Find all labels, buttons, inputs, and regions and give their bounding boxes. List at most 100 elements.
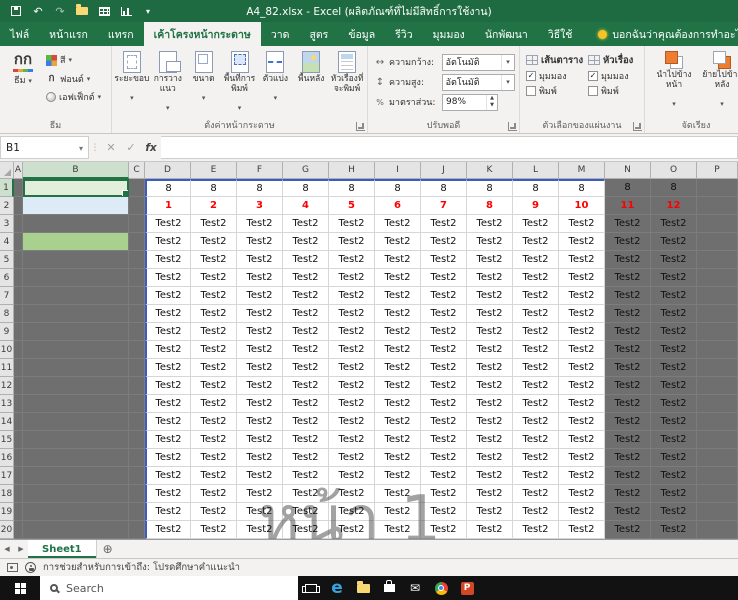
cell-D19[interactable]: Test2 (145, 503, 191, 521)
cell-P4[interactable] (697, 233, 738, 251)
cell-I5[interactable]: Test2 (375, 251, 421, 269)
column-header-H[interactable]: H (329, 162, 375, 179)
cell-E16[interactable]: Test2 (191, 449, 237, 467)
cell-H13[interactable]: Test2 (329, 395, 375, 413)
cell-G14[interactable]: Test2 (283, 413, 329, 431)
cell-B1[interactable] (23, 179, 129, 197)
cell-G12[interactable]: Test2 (283, 377, 329, 395)
cell-N8[interactable]: Test2 (605, 305, 651, 323)
cell-L1[interactable]: 8 (513, 179, 559, 197)
cell-C17[interactable] (129, 467, 145, 485)
cell-L3[interactable]: Test2 (513, 215, 559, 233)
cell-N18[interactable]: Test2 (605, 485, 651, 503)
cell-C15[interactable] (129, 431, 145, 449)
cell-O9[interactable]: Test2 (651, 323, 697, 341)
cell-E14[interactable]: Test2 (191, 413, 237, 431)
cell-K9[interactable]: Test2 (467, 323, 513, 341)
cell-L7[interactable]: Test2 (513, 287, 559, 305)
cell-J13[interactable]: Test2 (421, 395, 467, 413)
cell-F10[interactable]: Test2 (237, 341, 283, 359)
cell-C5[interactable] (129, 251, 145, 269)
cell-G9[interactable]: Test2 (283, 323, 329, 341)
cell-H2[interactable]: 5 (329, 197, 375, 215)
tab-view[interactable]: มุมมอง (423, 22, 475, 46)
cell-I8[interactable]: Test2 (375, 305, 421, 323)
cell-N6[interactable]: Test2 (605, 269, 651, 287)
cell-E12[interactable]: Test2 (191, 377, 237, 395)
cell-A19[interactable] (14, 503, 23, 521)
cell-L2[interactable]: 9 (513, 197, 559, 215)
cell-D11[interactable]: Test2 (145, 359, 191, 377)
column-header-G[interactable]: G (283, 162, 329, 179)
gridlines-view-checkbox[interactable]: มุมมอง (526, 68, 582, 83)
cell-E11[interactable]: Test2 (191, 359, 237, 377)
start-button[interactable] (0, 576, 40, 600)
cell-O10[interactable]: Test2 (651, 341, 697, 359)
cell-O13[interactable]: Test2 (651, 395, 697, 413)
cell-N17[interactable]: Test2 (605, 467, 651, 485)
column-header-P[interactable]: P (697, 162, 738, 179)
column-header-O[interactable]: O (651, 162, 697, 179)
cell-M1[interactable]: 8 (559, 179, 605, 197)
cell-B17[interactable] (23, 467, 129, 485)
cell-D20[interactable]: Test2 (145, 521, 191, 539)
cell-P8[interactable] (697, 305, 738, 323)
accessibility-status[interactable]: การช่วยสำหรับการเข้าถึง: โปรดศึกษาคำแนะน… (43, 560, 240, 575)
cell-I10[interactable]: Test2 (375, 341, 421, 359)
row-header-9[interactable]: 9 (0, 323, 14, 341)
row-header-13[interactable]: 13 (0, 395, 14, 413)
cell-C11[interactable] (129, 359, 145, 377)
cell-E10[interactable]: Test2 (191, 341, 237, 359)
cell-O8[interactable]: Test2 (651, 305, 697, 323)
cell-I2[interactable]: 6 (375, 197, 421, 215)
cell-B4[interactable] (23, 233, 129, 251)
cell-B8[interactable] (23, 305, 129, 323)
cell-L8[interactable]: Test2 (513, 305, 559, 323)
cell-N11[interactable]: Test2 (605, 359, 651, 377)
orientation-button[interactable]: การวางแนว (150, 48, 186, 120)
cell-J7[interactable]: Test2 (421, 287, 467, 305)
cell-J8[interactable]: Test2 (421, 305, 467, 323)
cell-F16[interactable]: Test2 (237, 449, 283, 467)
cell-H6[interactable]: Test2 (329, 269, 375, 287)
cell-D9[interactable]: Test2 (145, 323, 191, 341)
cell-M3[interactable]: Test2 (559, 215, 605, 233)
cell-E1[interactable]: 8 (191, 179, 237, 197)
cell-N7[interactable]: Test2 (605, 287, 651, 305)
cell-P12[interactable] (697, 377, 738, 395)
column-header-A[interactable]: A (14, 162, 23, 179)
cell-E6[interactable]: Test2 (191, 269, 237, 287)
column-header-K[interactable]: K (467, 162, 513, 179)
cell-M12[interactable]: Test2 (559, 377, 605, 395)
cell-N3[interactable]: Test2 (605, 215, 651, 233)
cell-M8[interactable]: Test2 (559, 305, 605, 323)
row-header-4[interactable]: 4 (0, 233, 14, 251)
cell-H5[interactable]: Test2 (329, 251, 375, 269)
powerpoint-button[interactable] (454, 576, 480, 600)
gridlines-print-checkbox[interactable]: พิมพ์ (526, 83, 582, 98)
theme-colors-button[interactable]: สี (46, 53, 101, 67)
cell-K20[interactable]: Test2 (467, 521, 513, 539)
cell-F9[interactable]: Test2 (237, 323, 283, 341)
cell-M6[interactable]: Test2 (559, 269, 605, 287)
cell-O16[interactable]: Test2 (651, 449, 697, 467)
cell-C19[interactable] (129, 503, 145, 521)
cell-E20[interactable]: Test2 (191, 521, 237, 539)
cell-G1[interactable]: 8 (283, 179, 329, 197)
cell-D2[interactable]: 1 (145, 197, 191, 215)
cell-M11[interactable]: Test2 (559, 359, 605, 377)
cell-P7[interactable] (697, 287, 738, 305)
cell-A18[interactable] (14, 485, 23, 503)
sheet-options-dialog-launcher[interactable] (633, 122, 642, 131)
cell-I14[interactable]: Test2 (375, 413, 421, 431)
mail-button[interactable] (402, 576, 428, 600)
tab-home[interactable]: หน้าแรก (39, 22, 98, 46)
edge-button[interactable] (324, 576, 350, 600)
tab-data[interactable]: ข้อมูล (338, 22, 385, 46)
cell-L14[interactable]: Test2 (513, 413, 559, 431)
cell-C3[interactable] (129, 215, 145, 233)
cell-B12[interactable] (23, 377, 129, 395)
select-all-button[interactable] (0, 162, 14, 179)
theme-fonts-button[interactable]: ฟอนต์ (46, 71, 101, 86)
chrome-button[interactable] (428, 576, 454, 600)
